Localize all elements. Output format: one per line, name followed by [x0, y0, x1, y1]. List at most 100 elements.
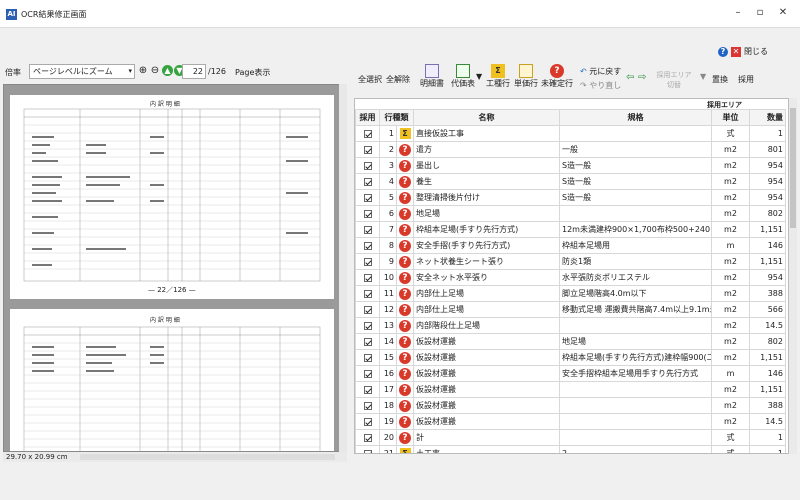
adopt-checkbox[interactable]	[363, 161, 372, 170]
row-type-cell[interactable]: ?	[396, 221, 414, 238]
clear-all-button[interactable]: 全解除	[386, 74, 410, 85]
adopt-checkbox-cell[interactable]	[355, 173, 380, 190]
adopt-button[interactable]: 採用	[738, 74, 754, 85]
adopt-checkbox-cell[interactable]	[355, 365, 380, 382]
qty-cell[interactable]: 388	[749, 285, 786, 302]
row-type-cell[interactable]: ?	[396, 285, 414, 302]
spec-cell[interactable]: 水平張防炎ポリエステル	[559, 269, 712, 286]
row-type-cell[interactable]: ?	[396, 317, 414, 334]
grid-vertical-scrollbar[interactable]	[789, 98, 797, 454]
name-cell[interactable]: 仮設材運搬	[413, 381, 560, 398]
unit-cell[interactable]: m2	[711, 269, 750, 286]
row-type-cell[interactable]: ?	[396, 205, 414, 222]
adopt-checkbox[interactable]	[363, 321, 372, 330]
maximize-button[interactable]: ▫	[752, 6, 768, 20]
adopt-checkbox[interactable]	[363, 417, 372, 426]
table-row[interactable]: 18? 仮設材運搬 m2 388	[355, 397, 786, 414]
row-type-cell[interactable]: ?	[396, 173, 414, 190]
table-row[interactable]: 2? 遣方 一般 m2 801	[355, 141, 786, 158]
zoom-select[interactable]: ページレベルにズーム ▾	[29, 64, 135, 79]
qty-cell[interactable]: 14.5	[749, 413, 786, 430]
name-cell[interactable]: 安全ネット水平張り	[413, 269, 560, 286]
adopt-checkbox[interactable]	[363, 369, 372, 378]
spec-cell[interactable]: 枠組本足場(手すり先行方式)建枠幅900(二枚	[559, 349, 712, 366]
header-adopt[interactable]: 採用	[355, 109, 380, 126]
table-row[interactable]: 21 Σ 土工事 2 式 1	[355, 445, 786, 453]
name-cell[interactable]: 地足場	[413, 205, 560, 222]
spec-cell[interactable]: 脚立足場階高4.0m以下	[559, 285, 712, 302]
row-type-cell[interactable]: ?	[396, 157, 414, 174]
adopt-checkbox-cell[interactable]	[355, 429, 380, 446]
row-type-cell[interactable]: ?	[396, 141, 414, 158]
table-row[interactable]: 12? 内部仕上足場 移動式足場 運搬費共階高7.4m以上9.1m未 m2 566	[355, 301, 786, 318]
minimize-button[interactable]: –	[730, 6, 746, 20]
qty-cell[interactable]: 146	[749, 237, 786, 254]
row-type-cell[interactable]: Σ	[396, 445, 414, 453]
table-row[interactable]: 5? 整理清掃後片付け S造一般 m2 954	[355, 189, 786, 206]
name-cell[interactable]: 枠組本足場(手すり先行方式)	[413, 221, 560, 238]
adopt-checkbox-cell[interactable]	[355, 237, 380, 254]
unit-cell[interactable]: m2	[711, 285, 750, 302]
name-cell[interactable]: 内部仕上足場	[413, 285, 560, 302]
unit-cell[interactable]: m	[711, 237, 750, 254]
adopt-checkbox-cell[interactable]	[355, 397, 380, 414]
adopt-checkbox-cell[interactable]	[355, 253, 380, 270]
unit-cell[interactable]: m2	[711, 349, 750, 366]
adopt-checkbox[interactable]	[363, 289, 372, 298]
zoom-in-icon[interactable]: ⊕	[137, 65, 149, 77]
unit-price-table-button[interactable]: 代価表	[449, 64, 477, 89]
spec-cell[interactable]: 安全手摺枠組本足場用手すり先行方式	[559, 365, 712, 382]
adopt-checkbox[interactable]	[363, 273, 372, 282]
table-row[interactable]: 4? 養生 S造一般 m2 954	[355, 173, 786, 190]
adopt-checkbox[interactable]	[363, 193, 372, 202]
name-cell[interactable]: 遣方	[413, 141, 560, 158]
chevron-down-icon[interactable]: ▼	[700, 72, 706, 81]
unit-cell[interactable]: m2	[711, 253, 750, 270]
adopt-checkbox-cell[interactable]	[355, 157, 380, 174]
select-all-button[interactable]: 全選択	[358, 74, 382, 85]
qty-cell[interactable]: 954	[749, 157, 786, 174]
name-cell[interactable]: 養生	[413, 173, 560, 190]
redo-button[interactable]: ↷ やり直し	[580, 80, 621, 91]
adopt-checkbox-cell[interactable]	[355, 269, 380, 286]
document-preview[interactable]: 内 訳 明 細 — 22／126 — 内 訳 明 細	[3, 84, 347, 452]
spec-cell[interactable]	[559, 381, 712, 398]
adopt-checkbox[interactable]	[363, 433, 372, 442]
preview-horizontal-scrollbar[interactable]	[80, 454, 335, 460]
adopt-checkbox-cell[interactable]	[355, 301, 380, 318]
qty-cell[interactable]: 801	[749, 141, 786, 158]
close-button-label[interactable]: 閉じる	[744, 46, 768, 57]
adopt-checkbox-cell[interactable]	[355, 125, 380, 142]
unit-cell[interactable]: 式	[711, 445, 750, 453]
adopt-checkbox-cell[interactable]	[355, 189, 380, 206]
adopt-checkbox-cell[interactable]	[355, 381, 380, 398]
row-type-cell[interactable]: ?	[396, 429, 414, 446]
spec-cell[interactable]: 地足場	[559, 333, 712, 350]
unit-cell[interactable]: m2	[711, 141, 750, 158]
name-cell[interactable]: 安全手摺(手すり先行方式)	[413, 237, 560, 254]
qty-cell[interactable]: 954	[749, 173, 786, 190]
unit-cell[interactable]: m2	[711, 317, 750, 334]
zoom-out-icon[interactable]: ⊖	[149, 65, 161, 77]
header-name[interactable]: 名称	[413, 109, 560, 126]
table-row[interactable]: 17? 仮設材運搬 m2 1,151	[355, 381, 786, 398]
unit-cell[interactable]: m2	[711, 333, 750, 350]
adopt-checkbox-cell[interactable]	[355, 285, 380, 302]
table-row[interactable]: 15? 仮設材運搬 枠組本足場(手すり先行方式)建枠幅900(二枚 m2 1,151	[355, 349, 786, 366]
adopt-area-toggle-button[interactable]: 採用エリア 切替	[654, 70, 694, 90]
row-type-cell[interactable]: ?	[396, 413, 414, 430]
name-cell[interactable]: 直接仮設工事	[413, 125, 560, 142]
row-type-cell[interactable]: ?	[396, 301, 414, 318]
spec-cell[interactable]: S造一般	[559, 173, 712, 190]
qty-cell[interactable]: 954	[749, 189, 786, 206]
qty-cell[interactable]: 1	[749, 445, 786, 453]
row-type-cell[interactable]: ?	[396, 269, 414, 286]
name-cell[interactable]: 整理清掃後片付け	[413, 189, 560, 206]
table-row[interactable]: 10? 安全ネット水平張り 水平張防炎ポリエステル m2 954	[355, 269, 786, 286]
scrollbar-thumb[interactable]	[790, 108, 796, 228]
unit-cell[interactable]: m2	[711, 381, 750, 398]
row-type-cell[interactable]: ?	[396, 349, 414, 366]
qty-cell[interactable]: 802	[749, 205, 786, 222]
unit-cell[interactable]: m2	[711, 413, 750, 430]
adopt-checkbox[interactable]	[363, 225, 372, 234]
